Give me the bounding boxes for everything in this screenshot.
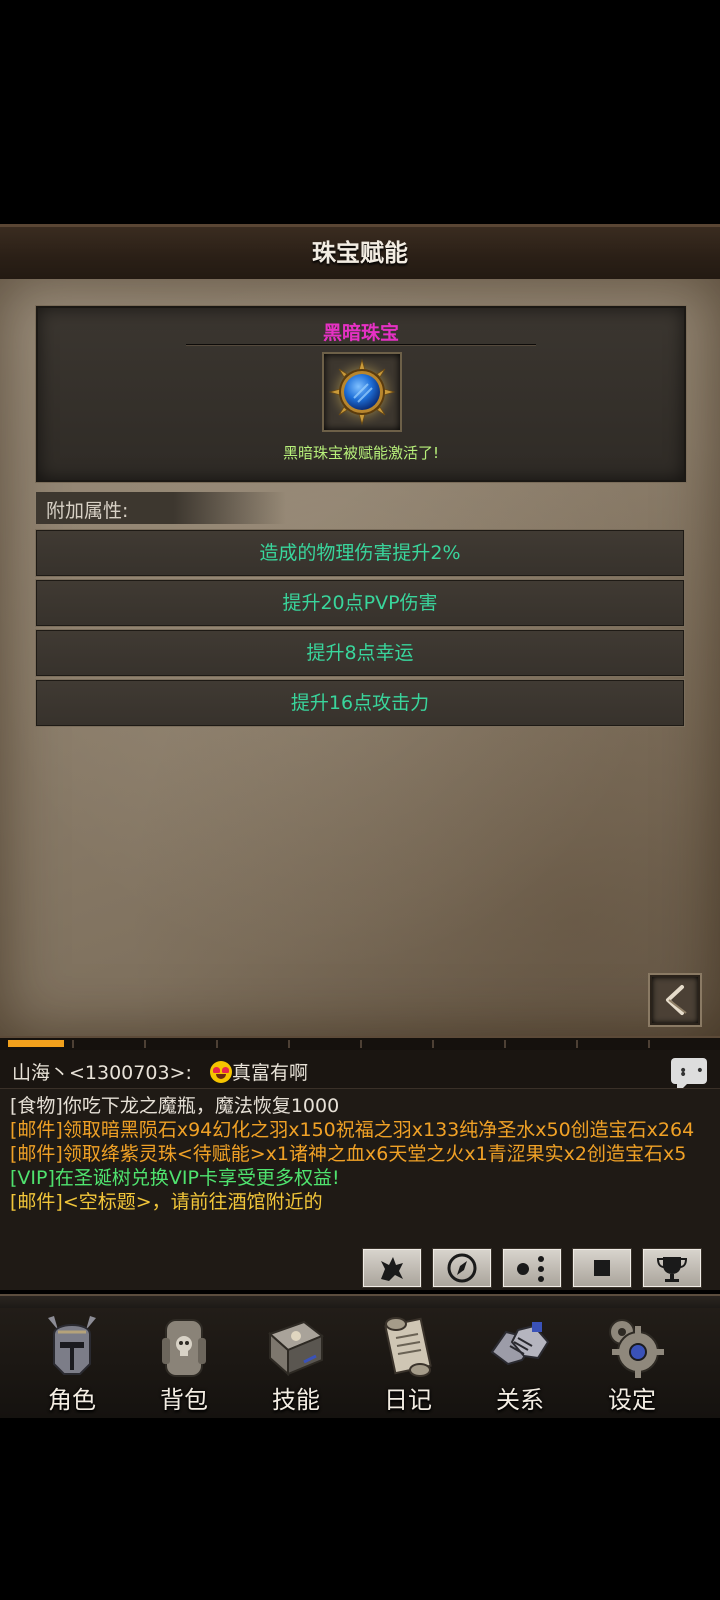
divider (186, 344, 536, 345)
experience-bar (0, 1036, 720, 1051)
helmet-icon (48, 1316, 96, 1375)
nav-item-relations[interactable]: 关系 (464, 1308, 576, 1418)
chat-bubble-icon[interactable]: • • • (671, 1058, 707, 1088)
nav-label: 设定 (608, 1386, 656, 1414)
chat-line: [邮件]领取绛紫灵珠<待赋能>x1诸神之血x6天堂之火x1青涩果实x2创造宝石x… (10, 1143, 687, 1165)
scroll-icon (384, 1317, 432, 1377)
backpack-icon (162, 1319, 206, 1377)
heart-eyes-emoji-icon (210, 1061, 232, 1083)
title-bar: 珠宝赋能 (0, 224, 720, 282)
nav-label: 技能 (272, 1386, 320, 1414)
trophy-icon (656, 1257, 688, 1282)
jewel-status-text: 黑暗珠宝被赋能激活了! (282, 444, 439, 462)
bar-tick (72, 1040, 74, 1048)
bar-tick (216, 1040, 218, 1048)
bar-tick (576, 1040, 578, 1048)
back-button[interactable] (650, 975, 700, 1025)
chat-line: [食物]你吃下龙之魔瓶，魔法恢复1000 (10, 1095, 340, 1117)
stop-button[interactable] (572, 1248, 632, 1288)
bar-tick (360, 1040, 362, 1048)
nav-item-character[interactable]: 角色 (16, 1308, 128, 1418)
square-icon (594, 1260, 610, 1276)
chat-speaker: 山海丶<1300703>: (12, 1062, 192, 1084)
dots-icon (517, 1256, 544, 1282)
handshake-icon (490, 1322, 550, 1366)
jewel-slot[interactable] (322, 352, 402, 432)
nav-item-skills[interactable]: 技能 (240, 1308, 352, 1418)
attribute-row: 提升16点攻击力 (36, 680, 684, 726)
ranking-button[interactable] (642, 1248, 702, 1288)
back-arrow-icon (666, 985, 687, 1015)
chat-line: [邮件]领取暗黑陨石x94幻化之羽x150祝福之羽x133纯净圣水x50创造宝石… (10, 1119, 695, 1141)
jewel-name: 黑暗珠宝 (322, 322, 399, 344)
game-screen: 珠宝赋能 黑暗珠宝 黑暗珠宝被赋能激活了! 附加属性: 造成的物理伤害提升2% … (0, 0, 720, 1600)
attribute-section-header: 附加属性: (36, 492, 286, 524)
chat-log: [食物]你吃下龙之魔瓶，魔法恢复1000 [邮件]领取暗黑陨石x94幻化之羽x1… (10, 1094, 712, 1214)
nav-label: 背包 (160, 1386, 208, 1414)
compass-icon (447, 1253, 477, 1283)
page-title: 珠宝赋能 (312, 239, 408, 267)
compass-button[interactable] (432, 1248, 492, 1288)
social-button[interactable] (502, 1248, 562, 1288)
attribute-row: 造成的物理伤害提升2% (36, 530, 684, 576)
experience-fill (8, 1040, 64, 1047)
chat-latest-message: 山海丶<1300703>: 真富有啊 • • • (0, 1050, 720, 1089)
jewel-panel: 黑暗珠宝 黑暗珠宝被赋能激活了! (36, 306, 686, 482)
chat-line: [VIP]在圣诞树兑换VIP卡享受更多权益! (10, 1167, 340, 1189)
gear-icon (609, 1319, 664, 1378)
dark-jewel-icon (326, 356, 398, 428)
attribute-header-label: 附加属性: (46, 500, 129, 522)
dragon-icon (381, 1257, 403, 1281)
nav-label: 日记 (384, 1386, 432, 1414)
nav-label: 角色 (48, 1386, 96, 1414)
nav-label: 关系 (496, 1386, 544, 1414)
chat-line: [邮件]<空标题>，请前往酒馆附近的 (10, 1191, 323, 1213)
bar-tick (504, 1040, 506, 1048)
mount-button[interactable] (362, 1248, 422, 1288)
attribute-row: 提升20点PVP伤害 (36, 580, 684, 626)
nav-item-backpack[interactable]: 背包 (128, 1308, 240, 1418)
bar-tick (288, 1040, 290, 1048)
bar-tick (432, 1040, 434, 1048)
attribute-row: 提升8点幸运 (36, 630, 684, 676)
nav-item-settings[interactable]: 设定 (576, 1308, 688, 1418)
bar-tick (648, 1040, 650, 1048)
nav-item-diary[interactable]: 日记 (352, 1308, 464, 1418)
bar-tick (144, 1040, 146, 1048)
bottom-nav: 角色 背包 技能 日记 关系 设定 (0, 1308, 720, 1418)
chat-speaker-message: 真富有啊 (232, 1062, 309, 1084)
skill-book-icon (268, 1320, 324, 1377)
